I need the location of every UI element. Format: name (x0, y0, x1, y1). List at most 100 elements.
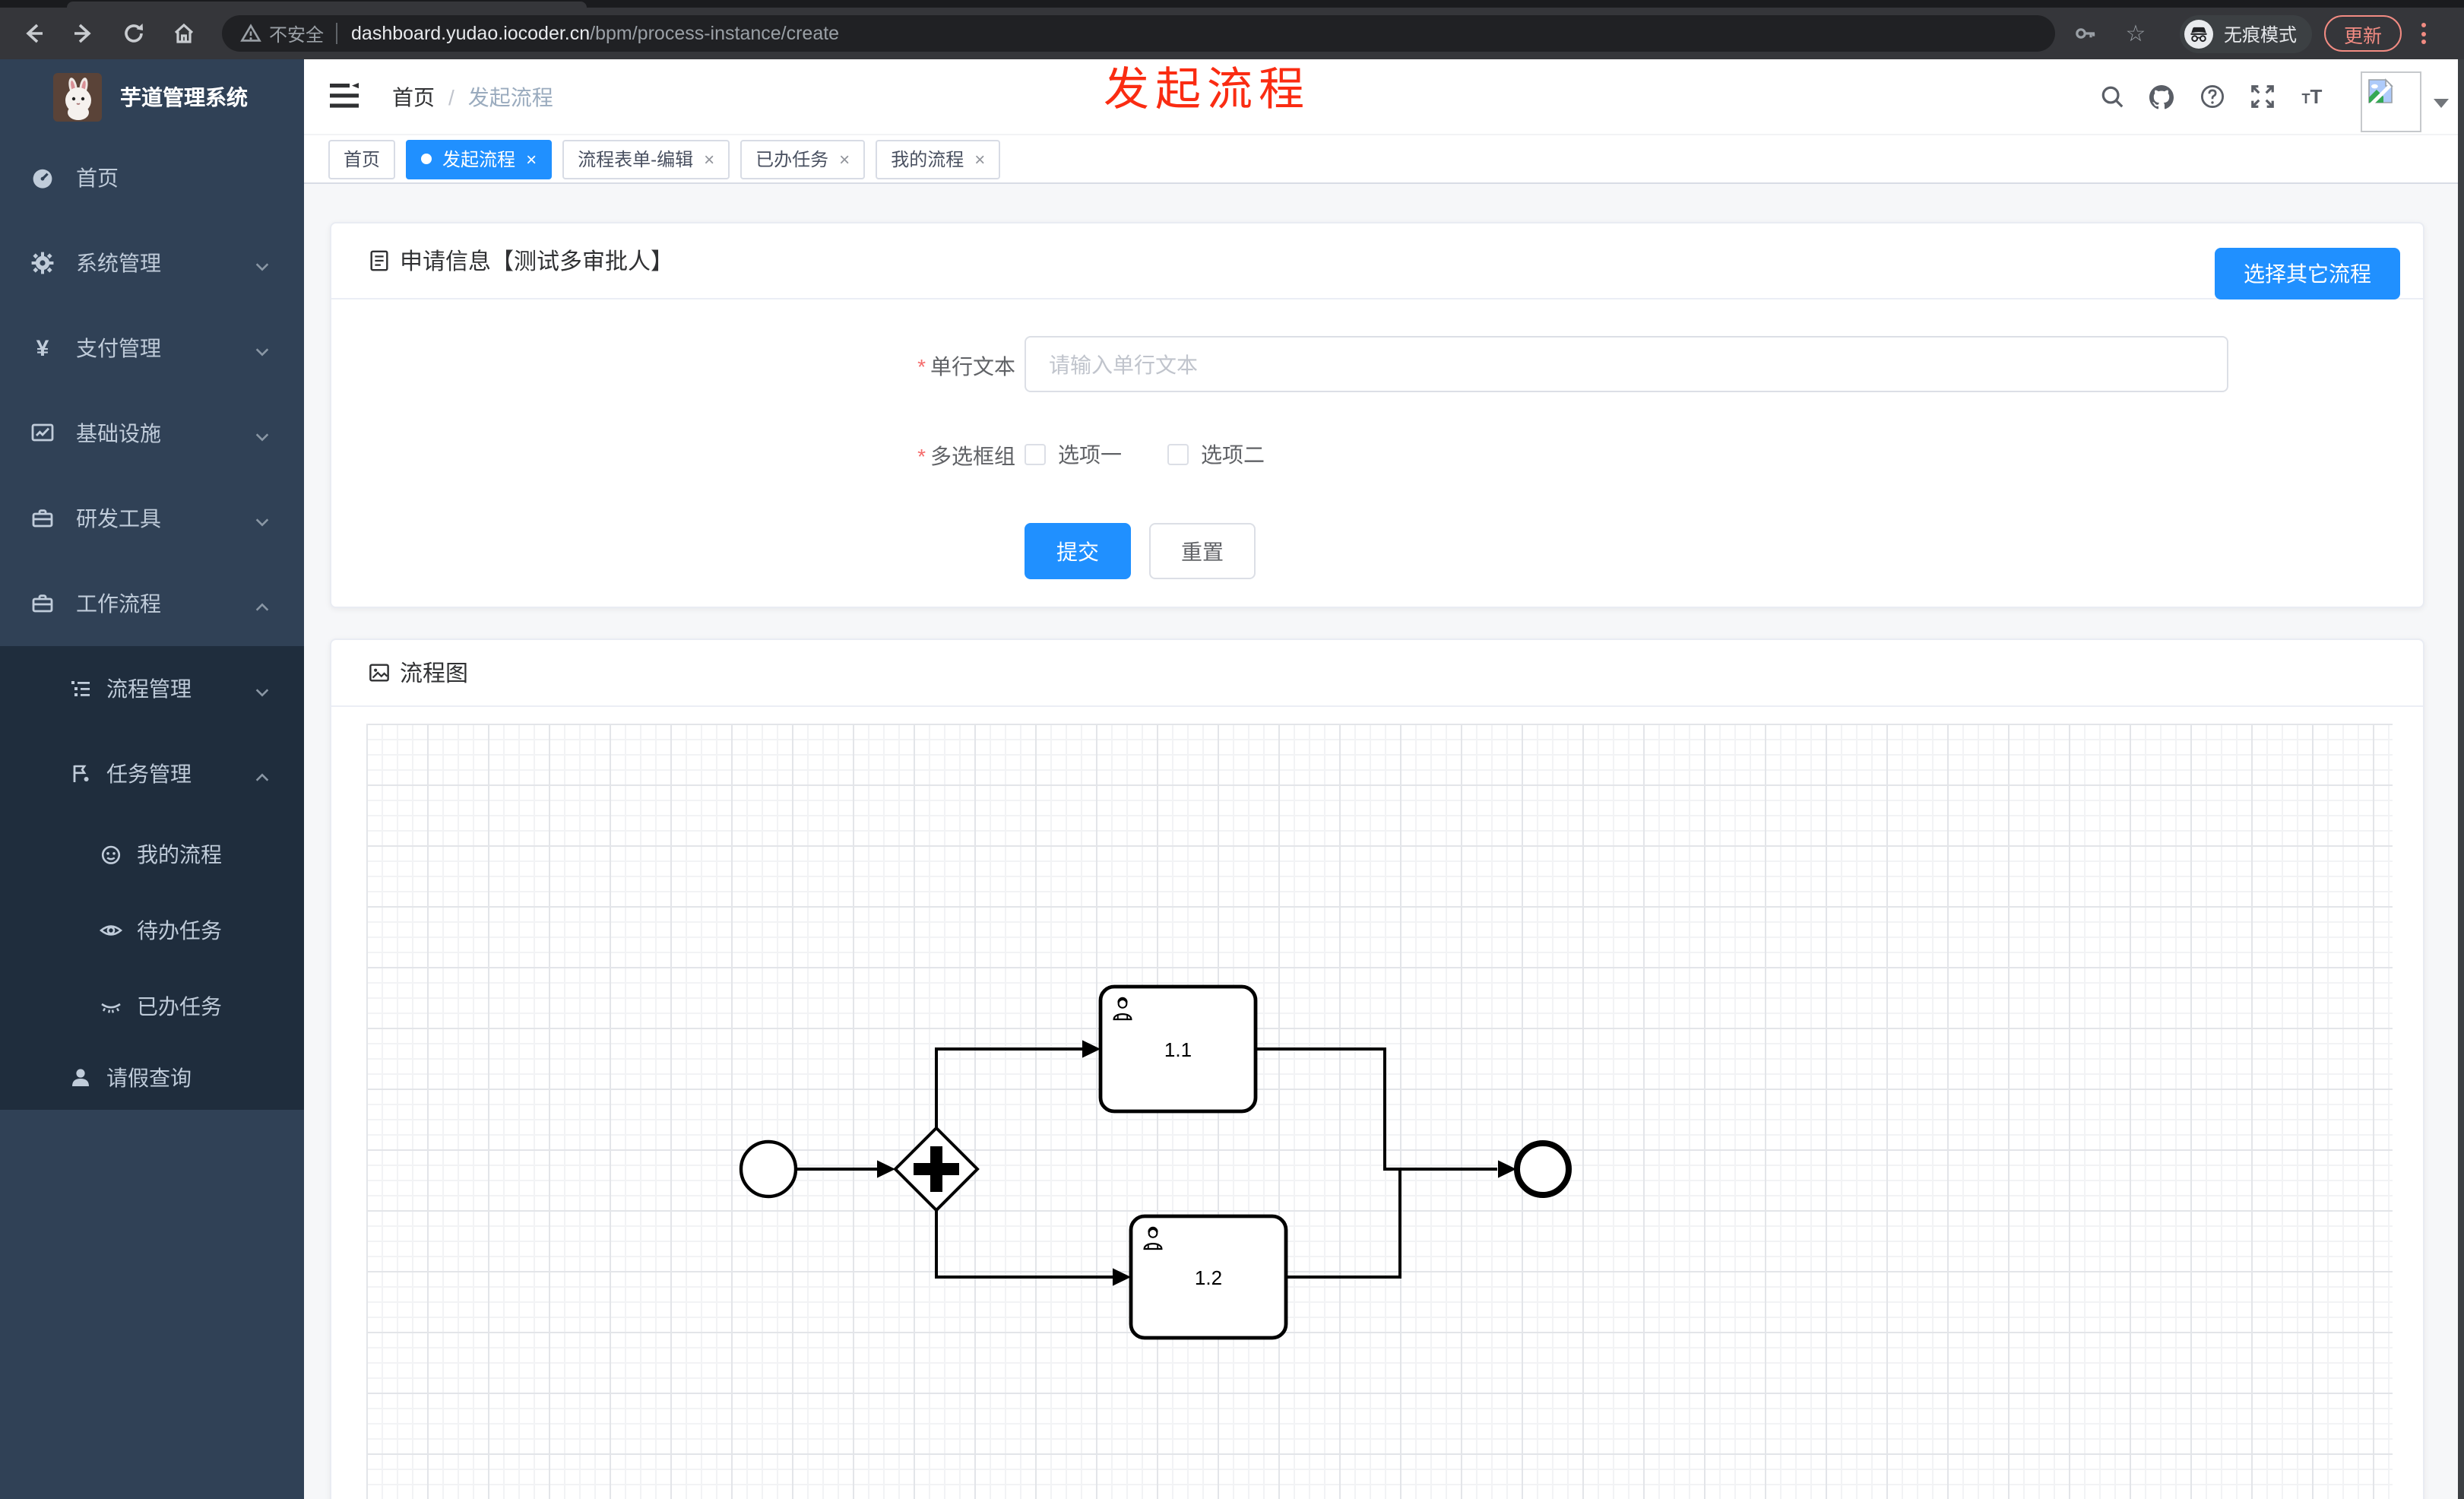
chrome-update-button[interactable]: 更新 (2323, 15, 2402, 52)
bpmn-user-task-1-1[interactable]: 1.1 (1098, 984, 1258, 1114)
choose-other-process-button[interactable]: 选择其它流程 (2215, 248, 2400, 299)
tab-close-icon[interactable]: × (839, 150, 850, 168)
browser-active-tab[interactable] (67, 2, 587, 8)
tab-my-process[interactable]: 我的流程 × (876, 139, 1001, 179)
sidebar-item-devtools[interactable]: 研发工具 (0, 476, 304, 561)
url-path[interactable]: /bpm/process-instance/create (590, 23, 839, 44)
font-size-button[interactable]: TT (2298, 83, 2326, 110)
flow-task1-to-end[interactable] (1256, 1047, 1497, 1171)
required-mark: * (917, 444, 926, 468)
menu-dot (2421, 23, 2425, 27)
tab-done-tasks[interactable]: 已办任务 × (740, 139, 866, 179)
flow-task2-to-end[interactable] (1286, 1169, 1401, 1279)
menu-dot (2421, 40, 2425, 44)
github-button[interactable] (2148, 83, 2175, 110)
forward-button[interactable] (65, 15, 102, 52)
fullscreen-button[interactable] (2248, 83, 2276, 110)
checkbox-icon[interactable] (1025, 443, 1046, 464)
tab-process-form-edit[interactable]: 流程表单-编辑 × (562, 139, 730, 179)
sidebar-item-label: 工作流程 (76, 591, 161, 616)
sidebar-item-todo-tasks[interactable]: 待办任务 (0, 892, 304, 968)
text-field-label: * 单行文本 (917, 354, 1015, 379)
tags-view-bar: 首页 发起流程 × 流程表单-编辑 × 已办任务 × 我的流程 × (304, 134, 2464, 184)
home-button[interactable] (166, 15, 202, 52)
checkbox-label: 选项二 (1201, 442, 1265, 466)
sidebar-item-system[interactable]: 系统管理 (0, 220, 304, 306)
password-key-button[interactable] (2067, 15, 2104, 52)
chevron-down-icon (254, 680, 271, 697)
checkbox-label: 选项一 (1058, 442, 1122, 466)
submit-button[interactable]: 提交 (1025, 523, 1131, 579)
security-label[interactable]: 不安全 (269, 21, 324, 46)
bpmn-parallel-gateway[interactable] (893, 1126, 980, 1212)
bpmn-end-event[interactable] (1514, 1140, 1572, 1198)
bookmark-star-button[interactable]: ☆ (2117, 15, 2154, 52)
window-scrollbar-track[interactable] (2458, 59, 2464, 1499)
reset-button[interactable]: 重置 (1149, 523, 1256, 579)
flow-gateway-to-task2[interactable] (935, 1210, 1113, 1279)
sidebar-item-label: 我的流程 (137, 842, 222, 867)
url-bar[interactable]: 不安全 dashboard.yudao.iocoder.cn /bpm/proc… (222, 15, 2055, 52)
search-icon (2101, 86, 2123, 108)
back-button[interactable] (15, 15, 52, 52)
menu-dot (2421, 31, 2425, 36)
chrome-menu-button[interactable] (2411, 15, 2435, 52)
bpmn-diagram: 1.1 1.2 (739, 984, 1572, 1340)
sidebar-item-done-tasks[interactable]: 已办任务 (0, 968, 304, 1044)
chevron-up-icon (254, 765, 271, 782)
sidebar-item-home[interactable]: 首页 (0, 135, 304, 220)
broken-image-icon (2368, 78, 2393, 104)
tab-close-icon[interactable]: × (704, 150, 714, 168)
tab-start-process[interactable]: 发起流程 × (406, 139, 553, 179)
checkbox-option-1[interactable]: 选项一 (1025, 439, 1122, 469)
forward-icon (74, 24, 91, 43)
sidebar-logo[interactable]: 芋道管理系统 (0, 59, 304, 135)
incognito-icon (2184, 19, 2213, 48)
avatar-caret-icon[interactable] (2434, 99, 2449, 116)
tab-close-icon[interactable]: × (526, 150, 537, 168)
checkbox-icon[interactable] (1167, 443, 1189, 464)
single-line-text-input[interactable] (1025, 336, 2228, 392)
sidebar-item-task-mgmt[interactable]: 任务管理 (0, 731, 304, 816)
diagram-card-header: 流程图 (331, 640, 2423, 707)
search-button[interactable] (2098, 83, 2125, 110)
fullscreen-icon (2250, 85, 2273, 108)
tab-close-icon[interactable]: × (974, 150, 985, 168)
reload-icon (125, 24, 143, 43)
bpmn-start-event[interactable] (739, 1139, 798, 1199)
process-diagram-card: 流程图 1.1 1.2 (330, 639, 2424, 1499)
reload-button[interactable] (116, 15, 152, 52)
sidebar-item-label: 任务管理 (106, 762, 192, 786)
tab-home[interactable]: 首页 (328, 139, 396, 179)
github-icon (2149, 84, 2174, 109)
back-icon (26, 24, 43, 43)
sidebar-item-label: 基础设施 (76, 421, 161, 445)
sidebar-item-workflow[interactable]: 工作流程 (0, 561, 304, 646)
eye-icon (99, 918, 123, 943)
breadcrumb-current: 发起流程 (467, 84, 553, 109)
url-host[interactable]: dashboard.yudao.iocoder.cn (351, 23, 590, 44)
apply-info-title: 申请信息【测试多审批人】 (400, 249, 674, 275)
avatar[interactable] (2361, 71, 2421, 132)
task-label: 1.1 (1164, 1038, 1192, 1061)
sidebar-item-my-process[interactable]: 我的流程 (0, 816, 304, 892)
breadcrumb-home[interactable]: 首页 (392, 81, 435, 112)
sidebar-item-label: 流程管理 (106, 677, 192, 701)
sidebar-item-label: 请假查询 (106, 1065, 192, 1089)
browser-chrome: 不安全 dashboard.yudao.iocoder.cn /bpm/proc… (0, 0, 2464, 59)
gear-icon (30, 251, 55, 275)
flow-gateway-to-task1[interactable] (935, 1047, 1082, 1128)
page-root: 不安全 dashboard.yudao.iocoder.cn /bpm/proc… (0, 0, 2464, 1499)
key-icon (2076, 28, 2095, 39)
help-button[interactable] (2198, 83, 2225, 110)
chevron-down-icon (254, 425, 271, 442)
sidebar-item-payment[interactable]: ¥ 支付管理 (0, 306, 304, 391)
sidebar-item-leave-query[interactable]: 请假查询 (0, 1044, 304, 1110)
sidebar-item-infrastructure[interactable]: 基础设施 (0, 391, 304, 476)
bpmn-user-task-1-2[interactable]: 1.2 (1129, 1214, 1288, 1340)
sidebar-item-process-mgmt[interactable]: 流程管理 (0, 646, 304, 731)
collapse-sidebar-button[interactable] (330, 82, 360, 109)
bpmn-canvas[interactable]: 1.1 1.2 (366, 724, 2393, 1499)
checkbox-option-2[interactable]: 选项二 (1167, 439, 1265, 469)
picture-icon (368, 661, 391, 684)
